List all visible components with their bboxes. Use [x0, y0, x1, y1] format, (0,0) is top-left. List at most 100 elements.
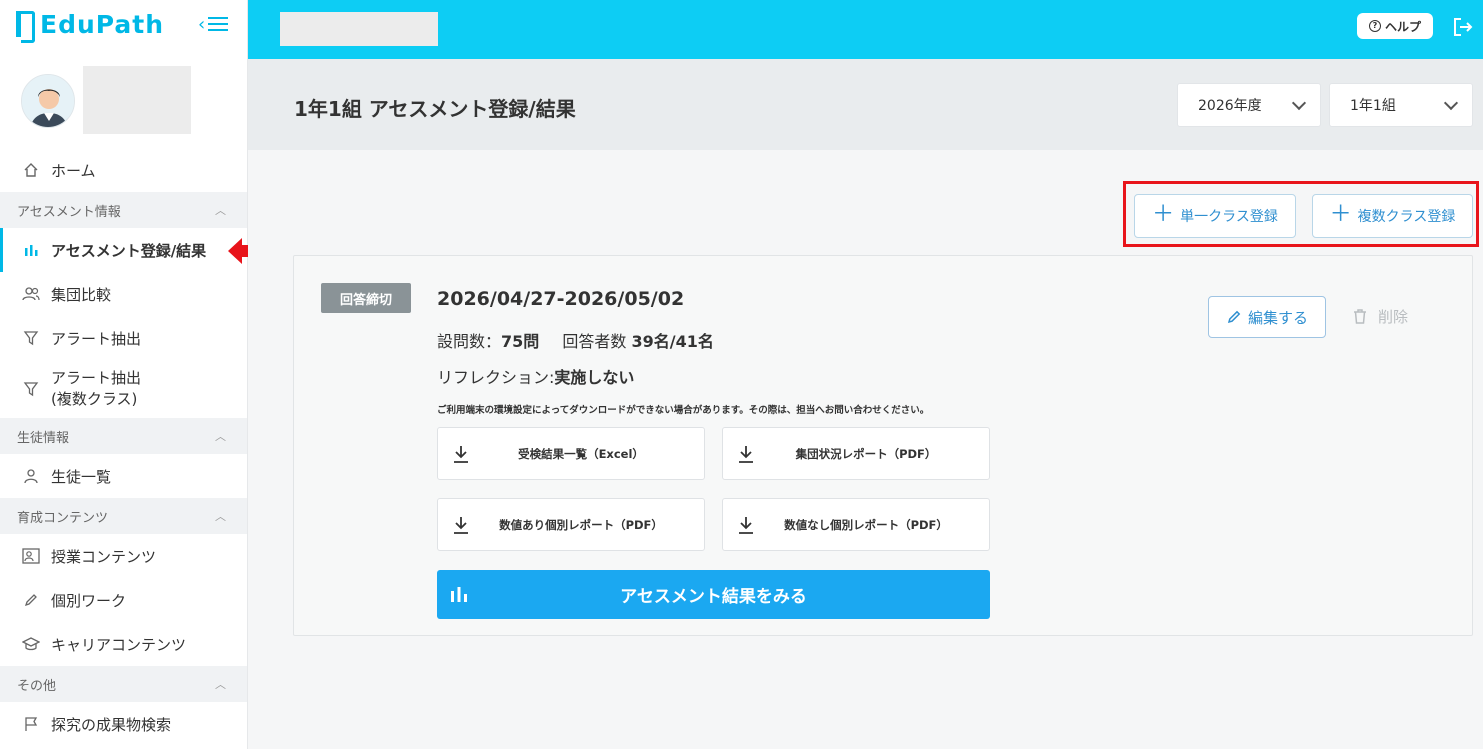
user-icon	[21, 466, 41, 486]
download-individual-report-with-values-button[interactable]: 数値あり個別レポート（PDF）	[437, 498, 705, 551]
logo-mark-icon	[16, 11, 35, 43]
section-label: その他	[17, 678, 57, 694]
sidebar-item-label: 授業コンテンツ	[51, 547, 157, 566]
sidebar-item-label: キャリアコンテンツ	[51, 635, 187, 654]
download-notice: ご利用端末の環境設定によってダウンロードができない場合があります。その際は、担当…	[437, 405, 930, 416]
pencil-icon	[1227, 310, 1241, 324]
view-assessment-results-button[interactable]: アセスメント結果をみる	[437, 570, 990, 619]
section-label: 育成コンテンツ	[17, 510, 109, 526]
download-icon	[739, 517, 753, 534]
section-content[interactable]: 育成コンテンツ ︿	[0, 498, 247, 534]
top-bar: ? ヘルプ	[248, 0, 1483, 59]
menu-icon	[208, 17, 229, 31]
chevron-down-icon	[1291, 95, 1307, 111]
assessment-period: 2026/04/27-2026/05/02	[437, 288, 685, 310]
questions-label: 設問数：	[437, 332, 502, 351]
download-icon	[454, 517, 468, 534]
download-exam-results-button[interactable]: 受検結果一覧（Excel）	[437, 427, 705, 480]
plus-icon: ＋	[1152, 202, 1175, 227]
filter-icon	[21, 379, 41, 399]
chevron-up-icon: ︿	[215, 430, 226, 443]
graduation-cap-icon	[21, 634, 41, 654]
delete-label: 削除	[1378, 308, 1409, 326]
download-individual-report-without-values-button[interactable]: 数値なし個別レポート（PDF）	[722, 498, 990, 551]
edit-label: 編集する	[1247, 308, 1308, 327]
delete-button[interactable]: 削除	[1352, 306, 1408, 327]
page-title: 1年1組 アセスメント登録/結果	[294, 97, 576, 121]
presenter-icon	[21, 546, 41, 566]
result-button-label: アセスメント結果をみる	[620, 587, 807, 607]
label-line-1: アラート抽出	[51, 369, 142, 387]
download-label: 数値なし個別レポート（PDF）	[784, 517, 948, 532]
assessment-stats: 設問数：75問 回答者数 39名/41名	[437, 328, 714, 352]
sidebar-item-inquiry-search[interactable]: 探究の成果物検索	[0, 702, 247, 746]
sidebar-item-career-content[interactable]: キャリアコンテンツ	[0, 622, 247, 666]
sidebar-item-label: アラート抽出 (複数クラス)	[51, 368, 141, 410]
avatar	[21, 74, 75, 128]
school-name-placeholder	[280, 12, 438, 46]
trash-icon	[1354, 309, 1366, 324]
pencil-icon	[21, 590, 41, 610]
class-select[interactable]: 1年1組	[1329, 83, 1473, 127]
main-content: ＋ 単一クラス登録 ＋ 複数クラス登録 回答締切 2026/04/27-2026…	[248, 150, 1483, 749]
collapse-sidebar-button[interactable]: ‹	[198, 12, 232, 36]
questions-value: 75問	[501, 332, 540, 351]
respondents-label: 回答者数	[562, 332, 627, 351]
sidebar-item-label: アセスメント登録/結果	[51, 241, 207, 260]
help-button[interactable]: ? ヘルプ	[1357, 13, 1433, 39]
chevron-up-icon: ︿	[215, 204, 226, 217]
multi-class-register-button[interactable]: ＋ 複数クラス登録	[1312, 194, 1473, 238]
home-icon	[21, 160, 41, 180]
edit-button[interactable]: 編集する	[1208, 296, 1326, 338]
reflection-info: リフレクション:実施しない	[437, 364, 634, 388]
download-label: 数値あり個別レポート（PDF）	[499, 517, 663, 532]
sidebar-item-home[interactable]: ホーム	[0, 148, 247, 192]
page-header: 1年1組 アセスメント登録/結果 2026年度 1年1組	[248, 59, 1483, 150]
download-group-report-button[interactable]: 集団状況レポート（PDF）	[722, 427, 990, 480]
chevron-left-icon: ‹	[198, 13, 206, 35]
sidebar-item-label: アラート抽出	[51, 329, 142, 348]
download-icon	[454, 446, 468, 463]
plus-icon: ＋	[1329, 202, 1352, 227]
label-line-2: (複数クラス)	[51, 390, 138, 408]
sidebar-item-label: 個別ワーク	[51, 591, 127, 610]
bar-chart-icon	[451, 587, 467, 602]
sidebar-item-alert-extract-multi[interactable]: アラート抽出 (複数クラス)	[0, 360, 247, 418]
download-label: 集団状況レポート（PDF）	[795, 446, 937, 461]
section-other[interactable]: その他 ︿	[0, 666, 247, 702]
sidebar-item-label: 集団比較	[51, 285, 112, 304]
sidebar-item-alert-extract[interactable]: アラート抽出	[0, 316, 247, 360]
reflection-value: 実施しない	[554, 368, 635, 387]
download-icon	[739, 446, 753, 463]
sidebar-item-group-compare[interactable]: 集団比較	[0, 272, 247, 316]
year-select-value: 2026年度	[1198, 98, 1262, 114]
section-assessment[interactable]: アセスメント情報 ︿	[0, 192, 247, 228]
button-label: 単一クラス登録	[1180, 209, 1278, 225]
section-label: 生徒情報	[17, 430, 70, 446]
flag-icon	[21, 714, 41, 734]
sidebar-item-individual-work[interactable]: 個別ワーク	[0, 578, 247, 622]
help-label: ヘルプ	[1384, 19, 1421, 34]
logo-text: EduPath	[40, 9, 165, 39]
section-students[interactable]: 生徒情報 ︿	[0, 418, 247, 454]
sidebar-item-student-list[interactable]: 生徒一覧	[0, 454, 247, 498]
filter-icon	[21, 328, 41, 348]
class-select-value: 1年1組	[1350, 98, 1396, 114]
year-select[interactable]: 2026年度	[1177, 83, 1321, 127]
bar-chart-icon	[21, 240, 41, 260]
reflection-label: リフレクション:	[437, 368, 555, 387]
chevron-up-icon: ︿	[215, 678, 226, 691]
users-icon	[21, 284, 41, 304]
sidebar-item-lesson-content[interactable]: 授業コンテンツ	[0, 534, 247, 578]
sidebar-item-label: 生徒一覧	[51, 467, 112, 486]
sidebar-item-assessment-register[interactable]: アセスメント登録/結果	[0, 228, 247, 272]
question-icon: ?	[1368, 20, 1381, 32]
app-logo[interactable]: EduPath	[16, 9, 165, 43]
chevron-down-icon	[1443, 95, 1459, 111]
single-class-register-button[interactable]: ＋ 単一クラス登録	[1134, 194, 1296, 238]
logout-icon[interactable]	[1452, 16, 1474, 38]
respondents-value: 39名/41名	[631, 332, 714, 351]
button-label: 複数クラス登録	[1357, 209, 1456, 225]
download-label: 受検結果一覧（Excel）	[518, 446, 644, 461]
chevron-up-icon: ︿	[215, 510, 226, 523]
